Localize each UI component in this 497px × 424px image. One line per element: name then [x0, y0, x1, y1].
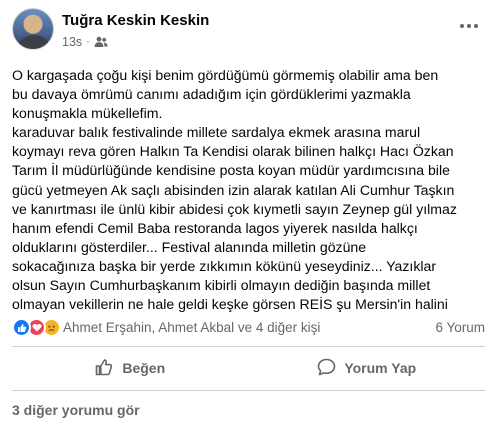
- friends-icon: [94, 36, 108, 48]
- divider: [12, 346, 485, 347]
- post-text-line: konuşmakla mükellefim.: [12, 105, 163, 122]
- divider: [12, 390, 485, 391]
- post-text-line: olsun Sayın Cumhurbaşkanım kibirli olmay…: [12, 277, 431, 294]
- like-button[interactable]: Beğen: [12, 352, 249, 384]
- post-meta: 13s ·: [62, 35, 108, 49]
- post-time[interactable]: 13s: [62, 35, 82, 49]
- post-text-line: bu davaya ömrümü canımı adadığım için gö…: [12, 86, 411, 103]
- comment-button[interactable]: Yorum Yap: [249, 352, 486, 384]
- post-text-line: gücü yetmeyen Ak saçlı abisinden izin al…: [12, 181, 455, 198]
- meta-separator: ·: [86, 36, 90, 48]
- avatar[interactable]: [12, 8, 54, 50]
- post-text-line: olduklarını gösterdiler... Festival alan…: [12, 238, 367, 255]
- post-text-line: sokacağınıza başka bir yerde zıkkımın kö…: [12, 257, 437, 274]
- like-label: Beğen: [122, 360, 166, 376]
- reactions-bar: Ahmet Erşahin, Ahmet Akbal ve 4 diğer ki…: [12, 318, 485, 338]
- post-text-line: ve kanırtması ile ünlü kibir abidesi çok…: [12, 200, 457, 217]
- comment-label: Yorum Yap: [344, 360, 417, 376]
- author-name[interactable]: Tuğra Keskin Keskin: [62, 12, 209, 29]
- like-icon: [95, 358, 114, 379]
- action-bar: Beğen Yorum Yap: [12, 352, 485, 384]
- post-text-line: hanım efendi Cemil Baba restoranda lagos…: [12, 219, 418, 236]
- reaction-names[interactable]: Ahmet Erşahin, Ahmet Akbal ve 4 diğer ki…: [63, 320, 320, 335]
- comment-count[interactable]: 6 Yorum: [435, 320, 485, 335]
- post-text-line: O kargaşada çoğu kişi benim gördüğümü gö…: [12, 67, 439, 83]
- like-reaction-icon: [12, 318, 31, 337]
- comment-icon: [317, 358, 336, 379]
- post-text-line: koymayı reva gören Halkın Ta Kendisi ola…: [12, 143, 454, 160]
- more-options-icon[interactable]: [457, 16, 481, 36]
- post-text-line: Tarım İl müdürlüğünde kendisine posta ko…: [12, 162, 450, 179]
- post-header: Tuğra Keskin Keskin 13s ·: [12, 8, 487, 54]
- post-text-line: karaduvar balık festivalinde millete sar…: [12, 124, 421, 141]
- post-body: O kargaşada çoğu kişi benim gördüğümü gö…: [12, 66, 487, 314]
- post-text-line: olmayan vekillerin ne hale geldi keşke g…: [12, 296, 448, 313]
- view-more-comments-link[interactable]: 3 diğer yorumu gör: [12, 402, 140, 418]
- reaction-icons[interactable]: [12, 318, 61, 337]
